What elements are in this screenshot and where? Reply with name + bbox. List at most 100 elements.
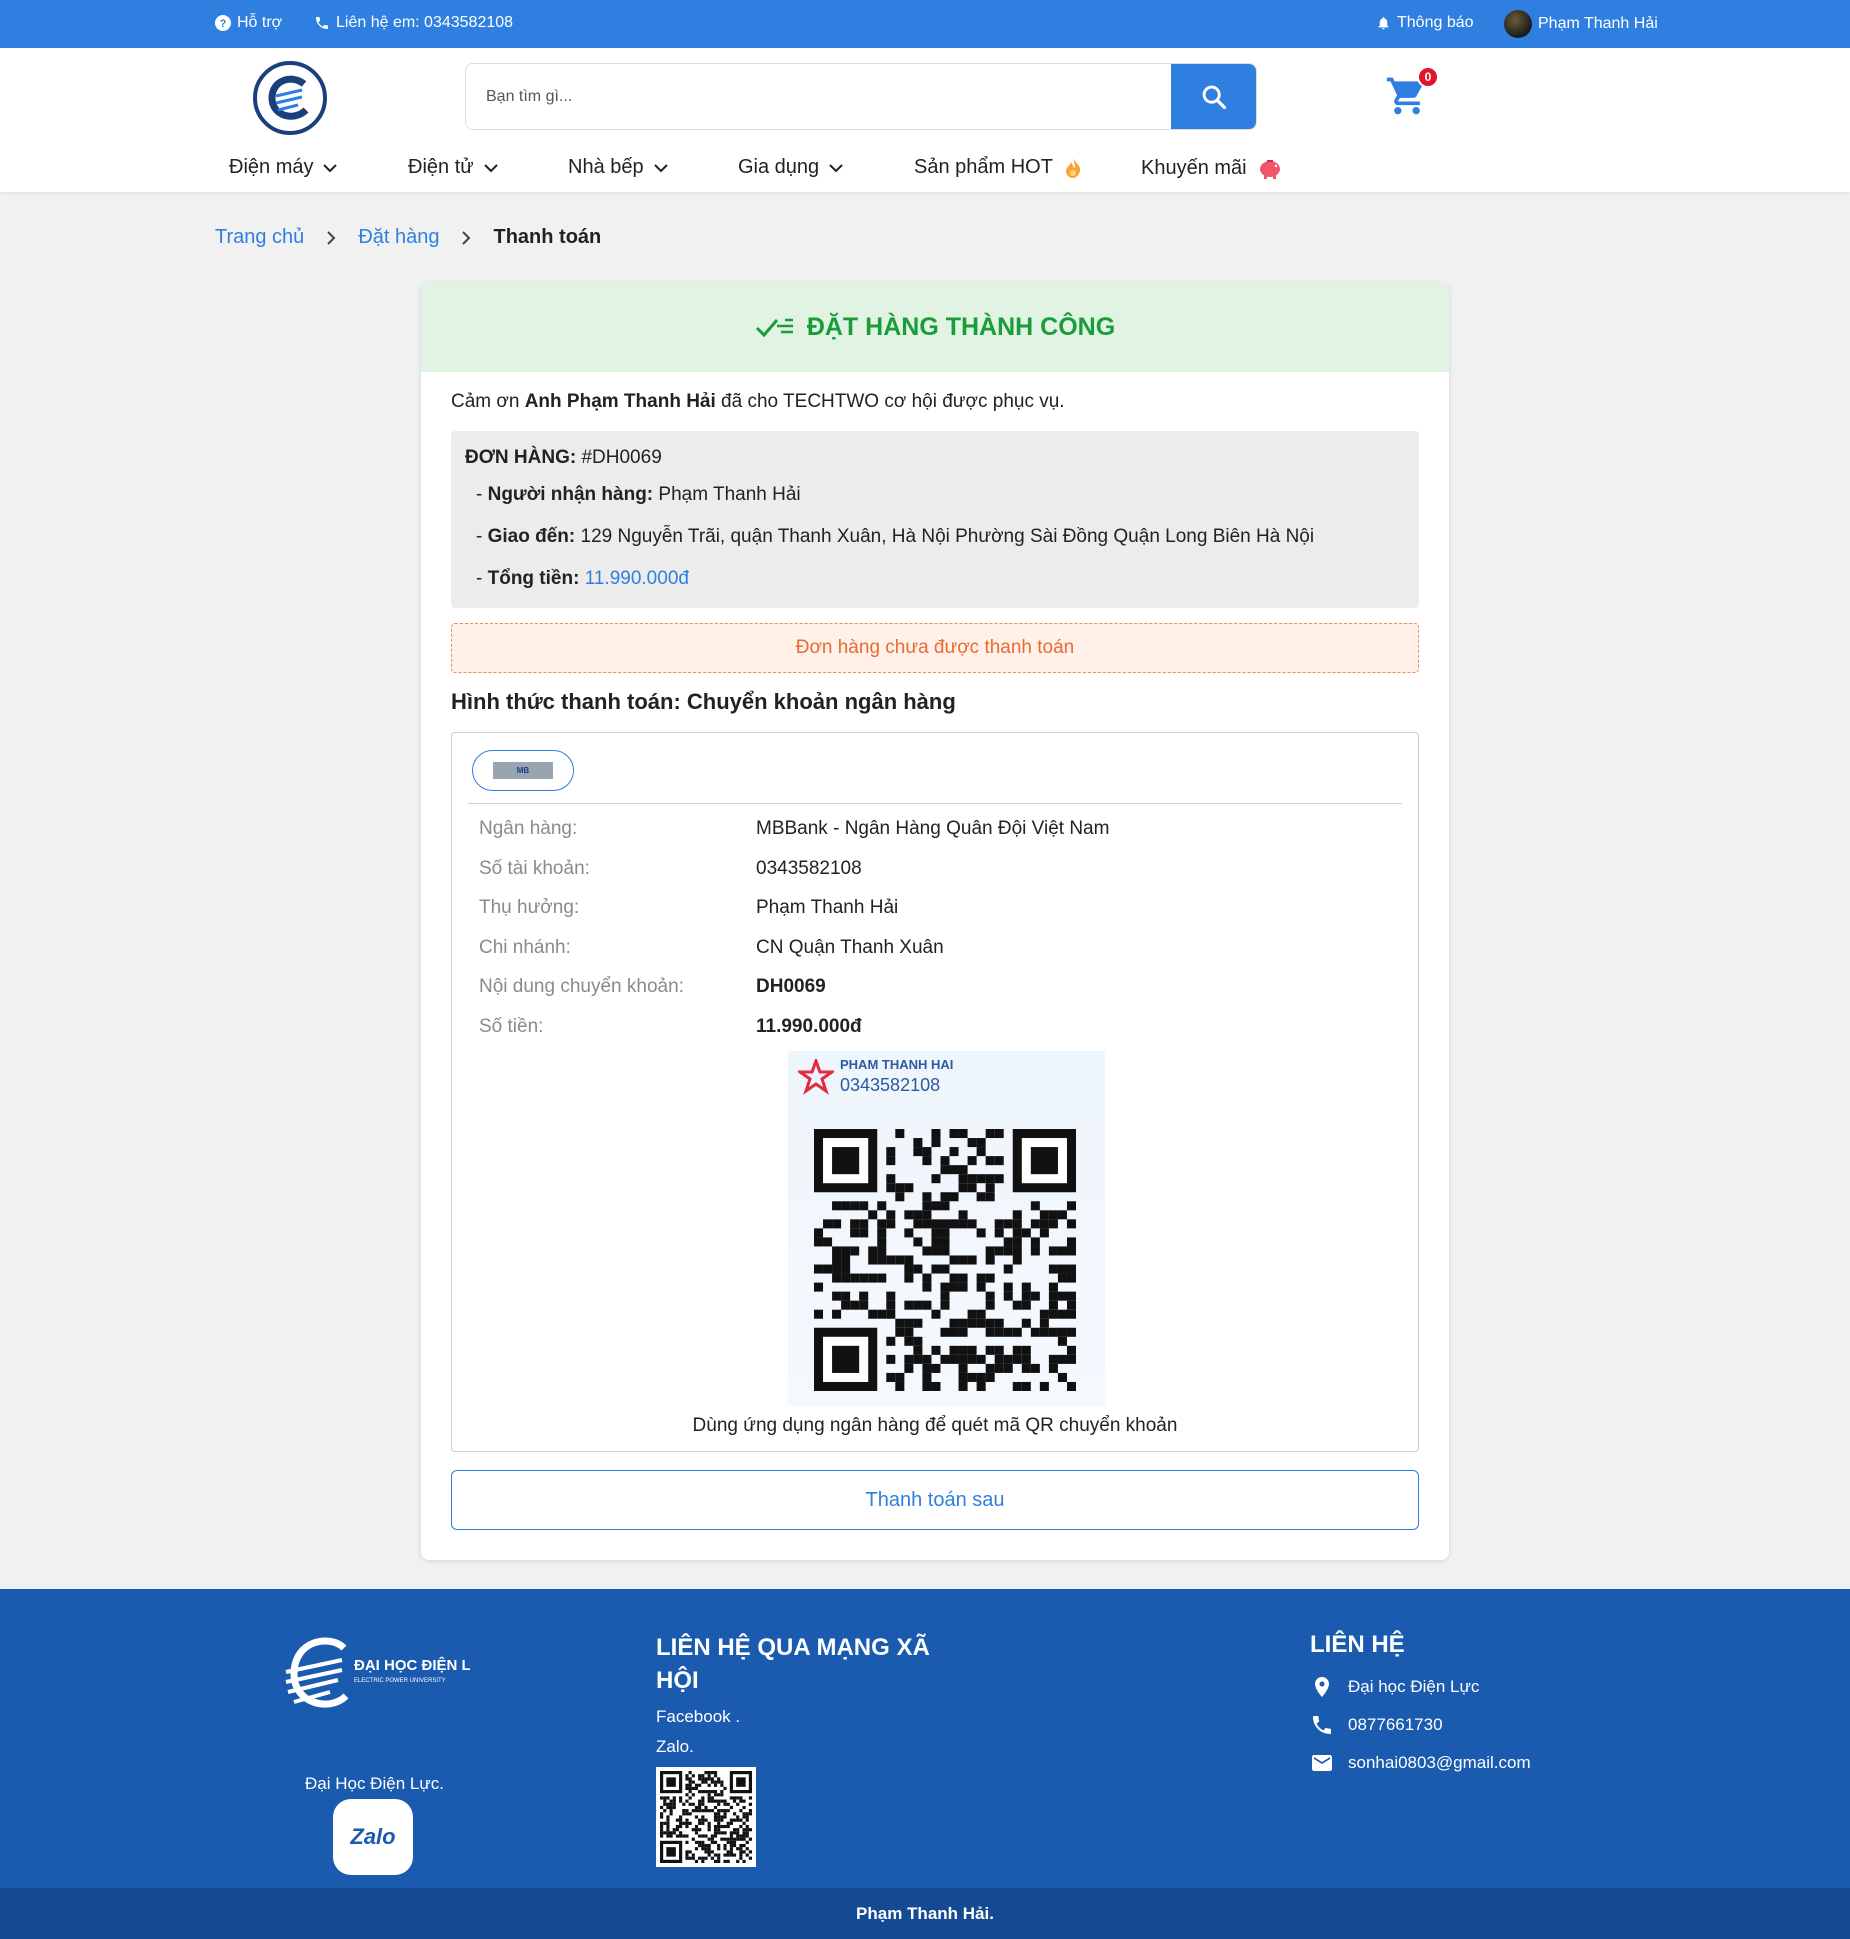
chevron-down-icon [483, 163, 498, 172]
search-button[interactable] [1171, 64, 1256, 129]
nav-label: Điện tử [408, 156, 474, 178]
order-label: ĐƠN HÀNG: [465, 447, 577, 468]
mb-bank-logo: MB [493, 762, 553, 779]
breadcrumb-current: Thanh toán [493, 226, 602, 248]
nav-label: Gia dụng [738, 156, 820, 178]
bank-tab-mb[interactable]: MB [472, 750, 574, 791]
contact-phone[interactable]: 0877661730 [1310, 1713, 1531, 1737]
qr-code-image [814, 1129, 1076, 1391]
unpaid-text: Đơn hàng chưa được thanh toán [795, 637, 1075, 658]
total-label: Tổng tiền: [487, 568, 580, 589]
chevron-right-icon [462, 230, 471, 245]
success-banner: ĐẶT HÀNG THÀNH CÔNG [421, 283, 1449, 372]
footer: ĐẠI HỌC ĐIỆN LỰC ELECTRIC POWER UNIVERSI… [0, 1589, 1850, 1888]
row-value: DH0069 [756, 976, 826, 997]
contact-email[interactable]: sonhai0803@gmail.com [1310, 1751, 1531, 1775]
pay-later-button[interactable]: Thanh toán sau [451, 1470, 1419, 1530]
zalo-qr-code [656, 1767, 756, 1867]
university-logo[interactable]: ĐẠI HỌC ĐIỆN LỰC ELECTRIC POWER UNIVERSI… [280, 1634, 494, 1714]
contact-phone[interactable]: Liên hệ em: 0343582108 [314, 14, 513, 32]
receiver-label: Người nhận hàng: [487, 484, 654, 505]
thanks-suffix: đã cho TECHTWO cơ hội được phục vụ. [715, 391, 1065, 412]
row-key: Ngân hàng: [479, 818, 578, 839]
mb-star-icon [798, 1059, 834, 1095]
mail-icon [1312, 1755, 1332, 1771]
zalo-link[interactable]: Zalo. [656, 1737, 946, 1757]
row-key: Số tài khoản: [479, 858, 590, 879]
receiver-value: Phạm Thanh Hải [653, 484, 801, 505]
svg-text:?: ? [220, 18, 227, 30]
check-list-icon [755, 318, 793, 337]
support-link[interactable]: ? Hỗ trợ [215, 14, 282, 32]
zalo-logo-text: Zalo [350, 1824, 396, 1849]
nav-dien-may[interactable]: Điện máy [229, 156, 338, 179]
nav-hot-products[interactable]: Sản phẩm HOT [914, 156, 1083, 179]
row-value: CN Quận Thanh Xuân [756, 937, 944, 958]
social-title: LIÊN HỆ QUA MẠNG XÃ HỘI [656, 1634, 930, 1694]
breadcrumb-home[interactable]: Trang chủ [215, 226, 304, 249]
logo-title: ĐẠI HỌC ĐIỆN LỰC [354, 1656, 470, 1674]
row-key: Chi nhánh: [479, 937, 571, 958]
thanks-message: Cảm ơn Anh Phạm Thanh Hải đã cho TECHTWO… [451, 391, 1065, 413]
chevron-down-icon [653, 163, 668, 172]
contact-label: Liên hệ em: 0343582108 [336, 14, 514, 31]
contact-address: Đại học Điện Lực [1310, 1675, 1531, 1699]
copyright-bar: Phạm Thanh Hải. [0, 1888, 1850, 1939]
address-line: - Giao đến: 129 Nguyễn Trãi, quận Thanh … [476, 526, 1315, 547]
phone-icon [1313, 1716, 1331, 1734]
search-icon [1202, 85, 1226, 109]
chevron-right-icon [327, 230, 336, 245]
total-line: - Tổng tiền: 11.990.000đ [476, 568, 689, 589]
footer-contact: LIÊN HỆ Đại học Điện Lực 0877661730 sonh… [1310, 1631, 1531, 1775]
nav-nha-bep[interactable]: Nhà bếp [568, 156, 668, 179]
zalo-logo[interactable]: Zalo [333, 1799, 413, 1875]
bell-icon [1378, 17, 1389, 30]
order-id: #DH0069 [576, 447, 662, 468]
nav-label: Khuyến mãi [1141, 156, 1247, 179]
facebook-link[interactable]: Facebook . [656, 1707, 946, 1727]
order-success-card: ĐẶT HÀNG THÀNH CÔNG Cảm ơn Anh Phạm Than… [421, 283, 1449, 1560]
nav-dien-tu[interactable]: Điện tử [408, 156, 498, 179]
nav-promotions[interactable]: Khuyến mãi [1141, 156, 1283, 180]
order-id-line: ĐƠN HÀNG: #DH0069 [465, 447, 662, 469]
university-name: Đại Học Điện Lực. [305, 1774, 444, 1793]
search-input[interactable] [466, 64, 1171, 129]
row-value: Phạm Thanh Hải [756, 897, 899, 918]
receiver-line: - Người nhận hàng: Phạm Thanh Hải [476, 484, 801, 505]
address-label: Giao đến: [487, 526, 576, 547]
qr-code-image [660, 1771, 752, 1863]
row-key: Thụ hưởng: [479, 897, 580, 918]
phone-text: 0877661730 [1348, 1715, 1443, 1734]
success-title: ĐẶT HÀNG THÀNH CÔNG [806, 313, 1116, 341]
user-name: Phạm Thanh Hải [1538, 15, 1658, 32]
main-nav: Điện máy Điện tử Nhà bếp Gia dụng Sản ph… [0, 156, 1850, 180]
support-label: Hỗ trợ [237, 14, 283, 31]
search-bar [465, 63, 1257, 130]
site-logo[interactable] [252, 60, 328, 136]
cart-button[interactable]: 0 [1385, 66, 1439, 118]
copyright-text: Phạm Thanh Hải. [856, 1903, 994, 1923]
cart-count-badge: 0 [1417, 66, 1439, 88]
notifications-link[interactable]: Thông báo [1376, 14, 1474, 32]
top-bar: ? Hỗ trợ Liên hệ em: 0343582108 Thông bá… [0, 0, 1850, 48]
qr-instruction: Dùng ứng dụng ngân hàng để quét mã QR ch… [692, 1415, 1178, 1436]
payment-qr-card: PHAM THANH HAI 0343582108 [788, 1051, 1105, 1406]
phone-icon [316, 17, 328, 29]
qr-account-number: 0343582108 [840, 1075, 941, 1095]
piggy-bank-icon [1259, 160, 1280, 179]
address-value: 129 Nguyễn Trãi, quận Thanh Xuân, Hà Nội… [575, 526, 1315, 547]
chevron-down-icon [323, 163, 338, 172]
nav-label: Điện máy [229, 156, 314, 178]
breadcrumb: Trang chủ Đặt hàng Thanh toán [215, 226, 601, 249]
order-summary: ĐƠN HÀNG: #DH0069 - Người nhận hàng: Phạ… [451, 431, 1419, 608]
payment-method-title: Hình thức thanh toán: Chuyển khoản ngân … [451, 689, 956, 714]
user-menu[interactable]: Phạm Thanh Hải [1504, 10, 1658, 38]
help-icon: ? [215, 15, 231, 31]
breadcrumb-order[interactable]: Đặt hàng [358, 226, 439, 249]
row-value: MBBank - Ngân Hàng Quân Đội Việt Nam [756, 818, 1110, 839]
bank-transfer-panel: MB Ngân hàng: MBBank - Ngân Hàng Quân Độ… [451, 732, 1419, 1452]
address-text: Đại học Điện Lực [1348, 1677, 1480, 1696]
total-value: 11.990.000đ [579, 568, 689, 589]
nav-gia-dung[interactable]: Gia dụng [738, 156, 843, 179]
payment-status-alert: Đơn hàng chưa được thanh toán [451, 623, 1419, 673]
